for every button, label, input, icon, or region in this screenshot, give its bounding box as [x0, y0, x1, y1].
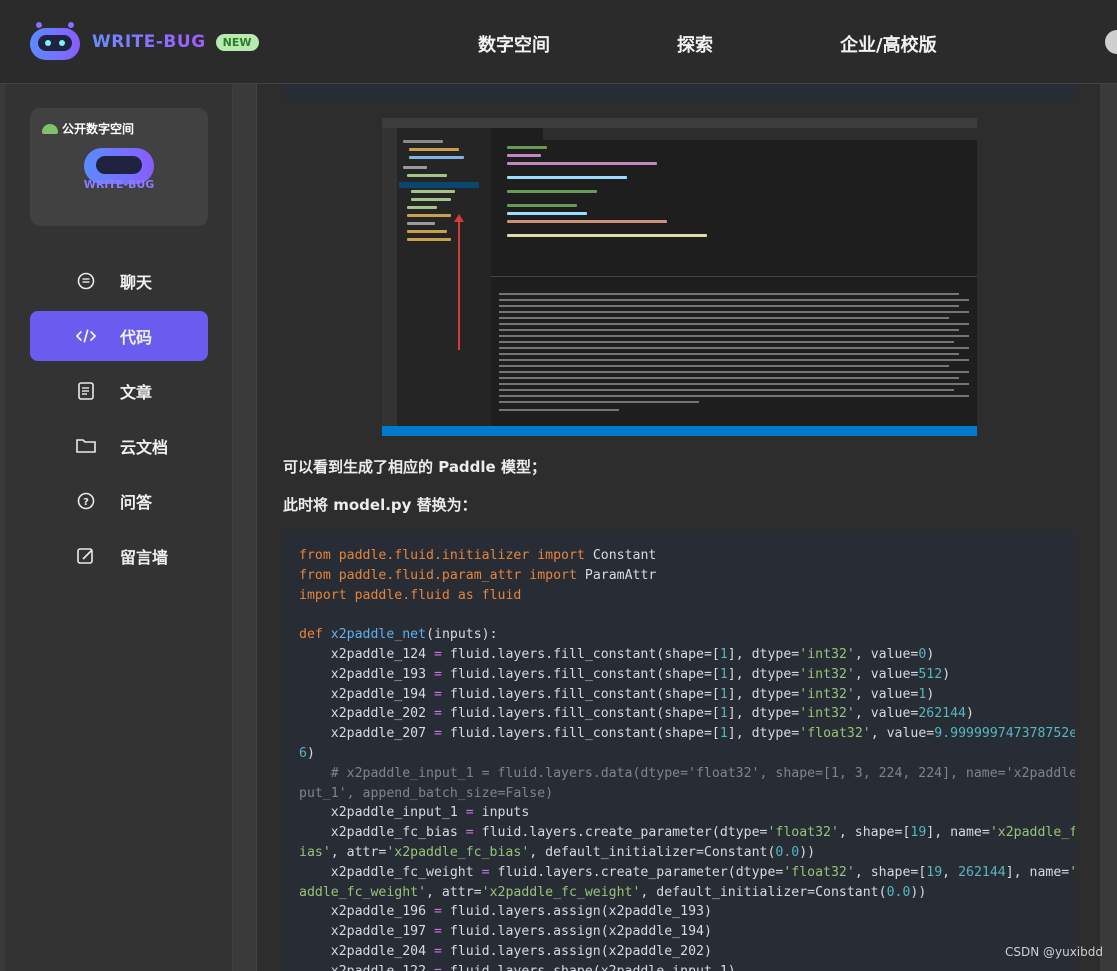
- sidebar-item-label: 云文档: [120, 438, 169, 457]
- paragraph-generated-model: 可以看到生成了相应的 Paddle 模型；: [283, 458, 546, 476]
- svg-text:?: ?: [83, 497, 89, 508]
- top-navigation-bar: WRITE-BUG NEW 数字空间 探索 企业/高校版: [0, 0, 1117, 84]
- edit-icon: [76, 546, 96, 566]
- folder-icon: [76, 436, 96, 456]
- code-block[interactable]: from paddle.fluid.initializer import Con…: [283, 530, 1075, 971]
- sidebar-item-qa[interactable]: ? 问答: [30, 476, 208, 526]
- chat-icon: [76, 271, 96, 291]
- sidebar-item-article[interactable]: 文章: [30, 366, 208, 416]
- code-content: from paddle.fluid.initializer import Con…: [299, 548, 1075, 971]
- brand-logo[interactable]: WRITE-BUG NEW: [28, 22, 259, 62]
- sidebar-item-label: 文章: [120, 383, 153, 402]
- question-icon: ?: [76, 491, 96, 511]
- card-brand-text: WRITE-BUG: [83, 178, 155, 191]
- public-space-text: 公开数字空间: [62, 122, 135, 136]
- sidebar-item-label: 代码: [120, 328, 153, 347]
- public-space-label: 公开数字空间: [42, 120, 134, 137]
- sidebar-item-label: 问答: [120, 493, 153, 512]
- nav-explore[interactable]: 探索: [677, 31, 713, 57]
- csdn-watermark: CSDN @yuxibdd: [1004, 945, 1103, 959]
- public-space-card[interactable]: 公开数字空间 WRITE-BUG: [30, 108, 208, 226]
- article-icon: [76, 381, 96, 401]
- sidebar-item-code[interactable]: 代码: [30, 311, 208, 361]
- sidebar-item-chat[interactable]: 聊天: [30, 256, 208, 306]
- sidebar-item-cloud-docs[interactable]: 云文档: [30, 421, 208, 471]
- code-icon: [76, 326, 96, 346]
- nav-enterprise[interactable]: 企业/高校版: [840, 31, 937, 57]
- sidebar-item-label: 聊天: [120, 273, 153, 292]
- robot-logo-icon: [28, 22, 82, 62]
- nav-digital-space[interactable]: 数字空间: [478, 31, 550, 57]
- paragraph-replace-model: 此时将 model.py 替换为：: [283, 496, 477, 514]
- vscode-screenshot-image: [382, 118, 977, 436]
- sidebar-item-message-wall[interactable]: 留言墙: [30, 531, 208, 581]
- sidebar-item-label: 留言墙: [120, 548, 169, 567]
- android-icon: [42, 123, 58, 134]
- new-badge: NEW: [215, 33, 259, 51]
- sidebar: 公开数字空间 WRITE-BUG 聊天 代码 文章 云文档 ? 问答 留言墙: [5, 84, 233, 971]
- avatar[interactable]: [1105, 30, 1117, 54]
- brand-name: WRITE-BUG: [92, 32, 206, 52]
- previous-code-block: [283, 84, 1075, 102]
- article-content: 可以看到生成了相应的 Paddle 模型； 此时将 model.py 替换为： …: [256, 84, 1100, 971]
